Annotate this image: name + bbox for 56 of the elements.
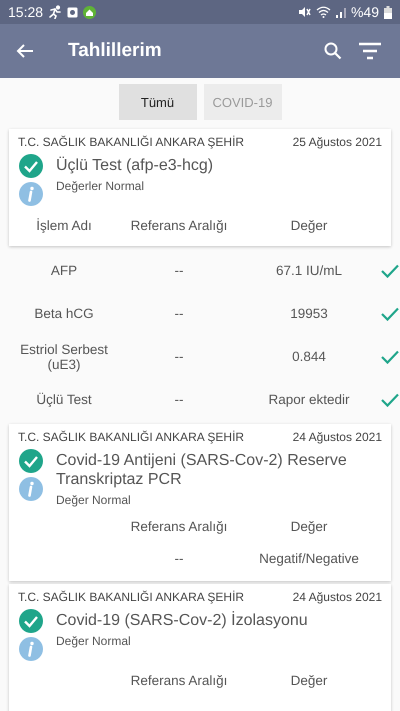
institution-name: T.C. SAĞLIK BAKANLIĞI ANKARA ŞEHİR xyxy=(18,135,244,149)
result-summary: Değer Normal xyxy=(56,493,132,507)
result-card[interactable]: T.C. SAĞLIK BAKANLIĞI ANKARA ŞEHİR 25 Ağustos 2021 Üçlü Test (afp-e3-hcg) Değerler Normal İşlem Adı Referans Aralığı Değer xyxy=(9,129,391,246)
column-header: Referans Aralığı xyxy=(130,218,228,232)
column-header: Referans Aralığı xyxy=(130,672,228,688)
info-icon xyxy=(19,637,43,661)
result-date: 24 Ağustos 2021 xyxy=(292,430,382,444)
back-arrow-icon xyxy=(16,43,34,59)
institution-name: T.C. SAĞLIK BAKANLIĞI ANKARA ŞEHİR xyxy=(18,430,244,444)
table-cell-text: Üçlü Test xyxy=(35,392,93,407)
table-cell-text: -- xyxy=(174,392,184,407)
status-time: 15:28 xyxy=(8,4,44,20)
search-icon xyxy=(324,42,342,60)
column-header: Referans Aralığı xyxy=(130,518,228,534)
battery-icon xyxy=(384,6,392,18)
result-date: 24 Ağustos 2021 xyxy=(292,590,382,604)
test-title: Covid-19 Antijeni (SARS-Cov-2) Reserve Transkriptaz PCR xyxy=(56,451,348,489)
table-cell-text: -- xyxy=(174,550,184,566)
table-cell-text: Estriol Serbest (uE3) xyxy=(19,342,109,372)
info-icon xyxy=(19,477,43,501)
home-app-icon xyxy=(83,6,96,18)
table-cell-text: -- xyxy=(174,349,184,364)
result-card[interactable]: T.C. SAĞLIK BAKANLIĞI ANKARA ŞEHİR 24 Ağustos 2021 Covid-19 (SARS-Cov-2) İzolasyonu Değer Normal Referans Aralığı Değer xyxy=(9,584,391,711)
check-circle-icon xyxy=(19,449,43,473)
column-header: Değer xyxy=(290,672,328,688)
result-date: 25 Ağustos 2021 xyxy=(292,135,382,149)
runner-icon xyxy=(48,5,62,19)
test-title: Üçlü Test (afp-e3-hcg) xyxy=(56,156,214,175)
screen-title: Tahlillerim xyxy=(68,40,162,62)
wifi-icon xyxy=(316,6,331,18)
result-summary: Değer Normal xyxy=(56,634,132,648)
table-cell-text: 67.1 IU/mL xyxy=(274,263,344,278)
table-cell-text: 0.844 xyxy=(291,349,327,364)
result-summary: Değerler Normal xyxy=(56,179,146,193)
column-header: Değer xyxy=(290,218,328,232)
table-cell-text: Beta hCG xyxy=(33,306,95,321)
table-cell-text: -- xyxy=(174,263,184,278)
table-cell-text: -- xyxy=(174,306,184,321)
info-icon xyxy=(19,182,43,206)
table-cell-text: Negatif/Negative xyxy=(258,550,360,566)
battery-percent: %49 xyxy=(350,4,379,20)
notification-icon xyxy=(67,6,78,18)
check-circle-icon xyxy=(19,154,43,178)
table-cell-text: Rapor ektedir xyxy=(267,392,351,407)
table-cell-text: AFP xyxy=(50,263,78,278)
signal-icon xyxy=(336,6,346,18)
institution-name: T.C. SAĞLIK BAKANLIĞI ANKARA ŞEHİR xyxy=(18,590,244,604)
check-circle-icon xyxy=(19,609,43,633)
test-title: Covid-19 (SARS-Cov-2) İzolasyonu xyxy=(56,611,308,630)
column-header: İşlem Adı xyxy=(35,218,93,232)
column-header: Değer xyxy=(290,518,328,534)
filter-icon xyxy=(358,42,382,60)
result-card[interactable]: T.C. SAĞLIK BAKANLIĞI ANKARA ŞEHİR 24 Ağustos 2021 Covid-19 Antijeni (SARS-Cov-2) Reserve Transkriptaz PCR Değer Normal Referans Aralığı Değer -- Negatif/Negative xyxy=(9,424,391,581)
filter-tab[interactable]: Tümü xyxy=(118,84,196,120)
mute-icon xyxy=(298,6,311,18)
table-cell-text: 19953 xyxy=(289,306,329,321)
